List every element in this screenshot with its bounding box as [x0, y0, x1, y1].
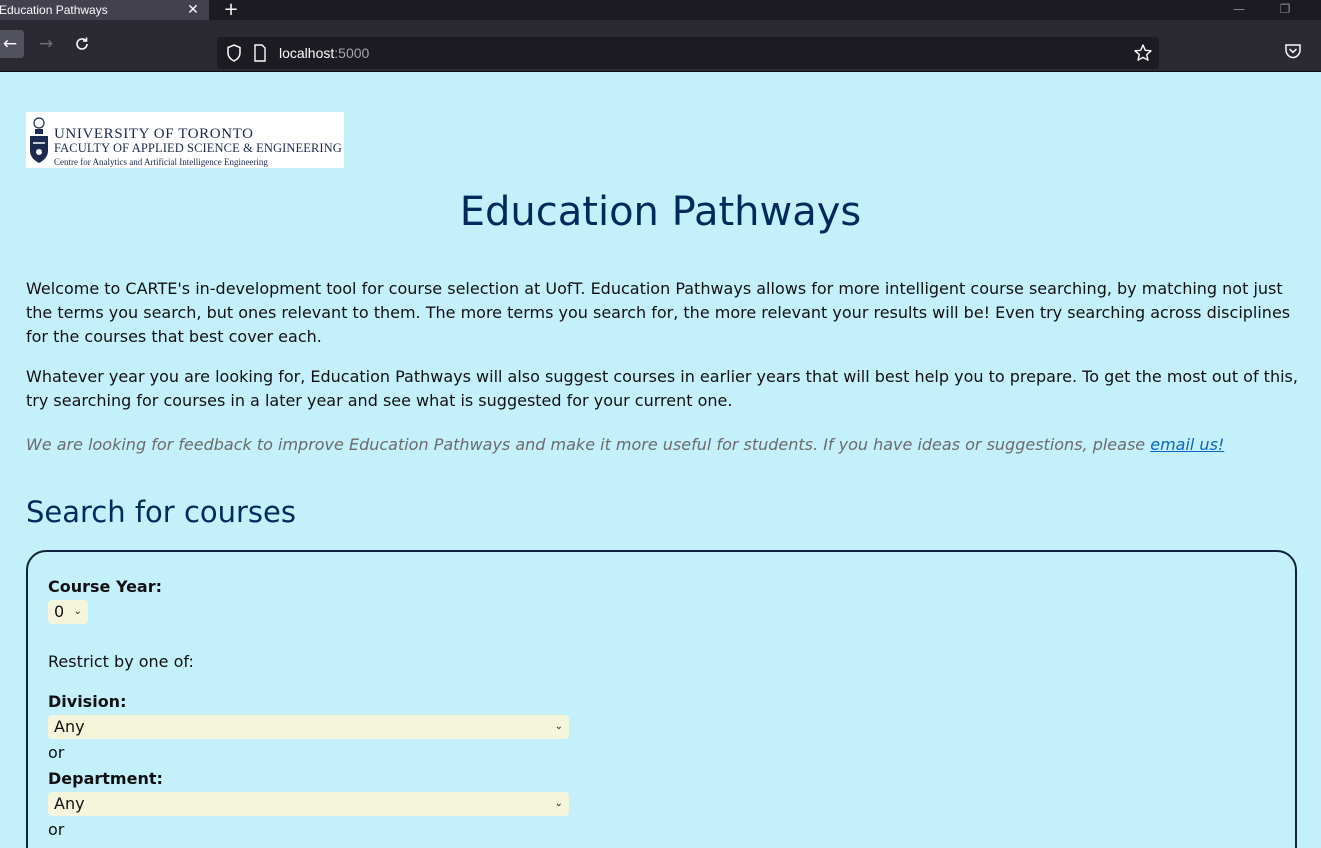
chevron-down-icon: ⌄: [73, 606, 82, 617]
chevron-down-icon: ⌄: [554, 798, 563, 809]
course-year-select[interactable]: 0 ⌄: [48, 600, 88, 624]
chevron-down-icon: ⌄: [554, 721, 563, 732]
close-icon[interactable]: ✕: [186, 0, 200, 20]
logo-line-faculty: FACULTY OF APPLIED SCIENCE & ENGINEERING: [54, 141, 342, 155]
browser-tab[interactable]: Education Pathways ✕: [0, 0, 209, 20]
back-arrow-icon[interactable]: ←: [0, 30, 24, 58]
email-us-link[interactable]: email us!: [1150, 435, 1224, 454]
course-year-value: 0: [54, 602, 65, 621]
page-title: Education Pathways: [459, 189, 862, 235]
restrict-text: Restrict by one of:: [48, 652, 194, 671]
restore-icon[interactable]: ❐: [1275, 0, 1295, 20]
page-icon: [254, 44, 266, 62]
shield-icon[interactable]: [225, 43, 243, 63]
new-tab-icon[interactable]: +: [221, 0, 241, 20]
department-label: Department:: [48, 769, 163, 788]
bookmark-star-icon[interactable]: [1133, 43, 1153, 63]
forward-arrow-icon[interactable]: →: [32, 30, 60, 58]
intro-paragraph-1: Welcome to CARTE's in-development tool f…: [26, 279, 1291, 346]
url-bar[interactable]: localhost:5000: [217, 37, 1159, 69]
course-year-label: Course Year:: [48, 577, 163, 596]
department-value: Any: [54, 794, 85, 813]
reload-icon[interactable]: [68, 30, 96, 58]
url-text: localhost:5000: [279, 45, 370, 61]
tab-title: Education Pathways: [0, 3, 108, 17]
browser-tab-bar: Education Pathways ✕ + — ❐: [0, 0, 1321, 20]
browser-nav-bar: ← → localhost:5000: [0, 20, 1321, 72]
feedback-paragraph: We are looking for feedback to improve E…: [26, 433, 1301, 457]
department-select[interactable]: Any ⌄: [48, 792, 569, 816]
minimize-icon[interactable]: —: [1229, 0, 1249, 20]
search-heading: Search for courses: [26, 495, 296, 529]
division-label: Division:: [48, 692, 127, 711]
pocket-icon[interactable]: [1284, 42, 1302, 60]
uoft-logo: UNIVERSITY OF TORONTO FACULTY OF APPLIED…: [26, 112, 344, 168]
search-form: Course Year: 0 ⌄ Restrict by one of: Div…: [26, 550, 1297, 848]
intro-paragraph-2: Whatever year you are looking for, Educa…: [26, 367, 1298, 410]
crest-icon: [30, 117, 48, 163]
division-value: Any: [54, 717, 85, 736]
or-text-1: or: [48, 743, 65, 762]
feedback-text: We are looking for feedback to improve E…: [26, 435, 1151, 454]
logo-line-centre: Centre for Analytics and Artificial Inte…: [54, 157, 268, 167]
division-select[interactable]: Any ⌄: [48, 715, 569, 739]
or-text-2: or: [48, 820, 65, 839]
